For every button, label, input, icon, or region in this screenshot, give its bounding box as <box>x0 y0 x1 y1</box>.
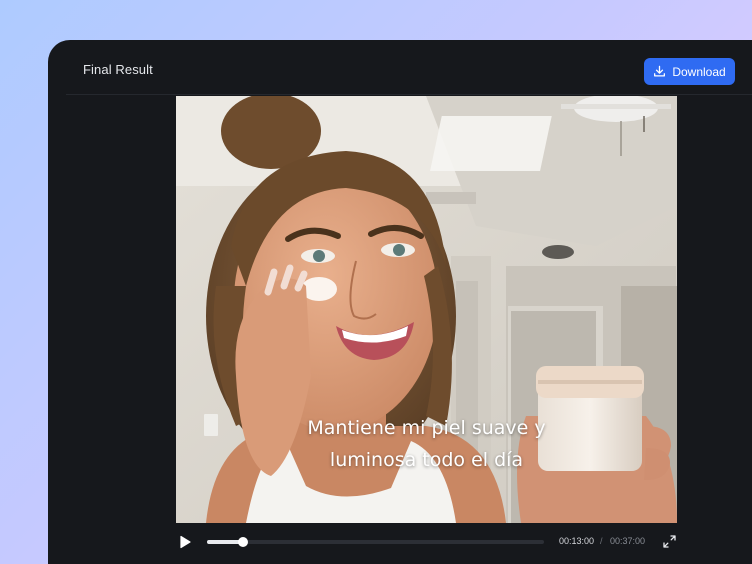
subtitle-line: luminosa todo el día <box>329 449 524 471</box>
download-button-label: Download <box>672 64 726 79</box>
video-controls: 00:13:00 / 00:37:00 <box>176 530 677 554</box>
progress-bar[interactable] <box>207 537 544 547</box>
progress-handle[interactable] <box>238 537 249 547</box>
time-separator: / <box>600 536 603 546</box>
current-time: 00:13:00 <box>559 536 595 546</box>
video-player[interactable]: Mantiene mi piel suave y luminosa todo e… <box>176 96 677 523</box>
total-time: 00:37:00 <box>610 536 646 546</box>
video-subtitle: Mantiene mi piel suave y luminosa todo e… <box>176 412 677 476</box>
play-icon[interactable] <box>178 534 192 550</box>
download-button[interactable]: Download <box>644 58 735 85</box>
panel-header: Final Result Download <box>48 40 752 94</box>
download-icon <box>654 65 666 77</box>
header-divider <box>66 94 752 95</box>
panel-title: Final Result <box>83 62 153 77</box>
fullscreen-icon[interactable] <box>663 535 676 548</box>
subtitle-line: Mantiene mi piel suave y <box>307 417 546 439</box>
final-result-panel: Final Result Download Mantiene mi piel s… <box>48 40 752 564</box>
